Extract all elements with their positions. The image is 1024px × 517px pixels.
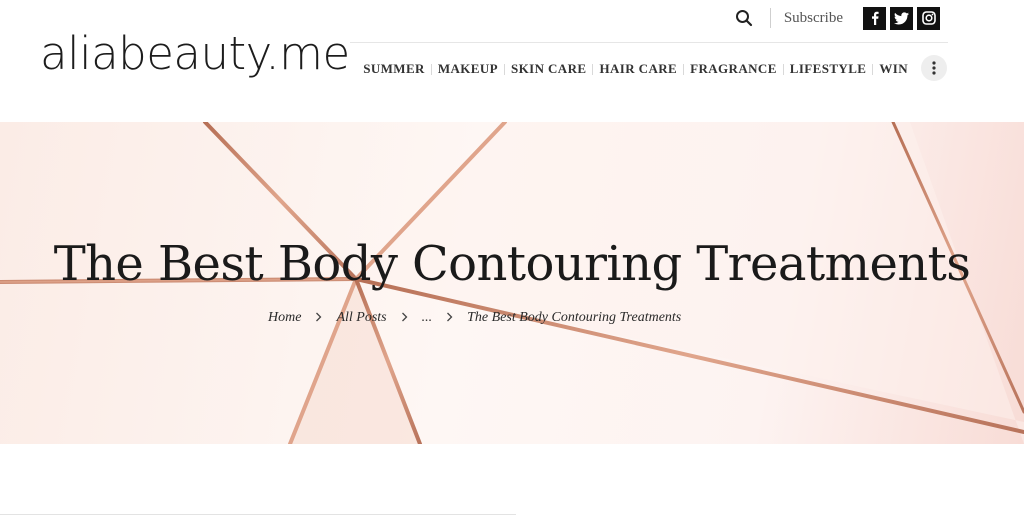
breadcrumb-all-posts[interactable]: All Posts (336, 310, 386, 326)
chevron-right-icon (401, 310, 408, 326)
header-divider (350, 42, 948, 43)
twitter-icon (894, 11, 909, 24)
site-logo[interactable]: aliabeauty.me (40, 24, 350, 84)
breadcrumb: Home All Posts ... The Best Body Contour… (268, 310, 681, 326)
more-menu-button[interactable] (921, 55, 947, 81)
chevron-right-icon (315, 310, 322, 326)
nav-item-summer[interactable]: SUMMER (357, 61, 431, 77)
breadcrumb-current: The Best Body Contouring Treatments (467, 310, 682, 325)
header-utilities: Subscribe (732, 6, 940, 30)
facebook-icon (871, 11, 879, 25)
search-icon (735, 10, 752, 27)
chevron-right-icon (446, 310, 453, 326)
breadcrumb-ellipsis[interactable]: ... (422, 310, 433, 326)
nav-item-win[interactable]: WIN (873, 61, 914, 77)
content-divider (0, 514, 516, 515)
nav-item-skin-care[interactable]: SKIN CARE (505, 61, 592, 77)
subscribe-link[interactable]: Subscribe (784, 10, 843, 27)
main-navigation: SUMMER MAKEUP SKIN CARE HAIR CARE FRAGRA… (357, 60, 914, 78)
nav-item-makeup[interactable]: MAKEUP (432, 61, 504, 77)
more-vertical-icon (932, 61, 936, 75)
facebook-link[interactable] (863, 6, 886, 30)
instagram-icon (921, 11, 936, 25)
nav-item-fragrance[interactable]: FRAGRANCE (684, 61, 783, 77)
instagram-link[interactable] (917, 6, 940, 30)
nav-item-hair-care[interactable]: HAIR CARE (593, 61, 683, 77)
nav-item-lifestyle[interactable]: LIFESTYLE (784, 61, 873, 77)
hero-banner: The Best Body Contouring Treatments Home… (0, 122, 1024, 444)
twitter-link[interactable] (890, 6, 913, 30)
utility-divider (769, 8, 771, 28)
breadcrumb-home[interactable]: Home (268, 310, 301, 326)
search-button[interactable] (732, 6, 756, 30)
page-title: The Best Body Contouring Treatments (53, 236, 971, 293)
social-links (863, 6, 940, 30)
